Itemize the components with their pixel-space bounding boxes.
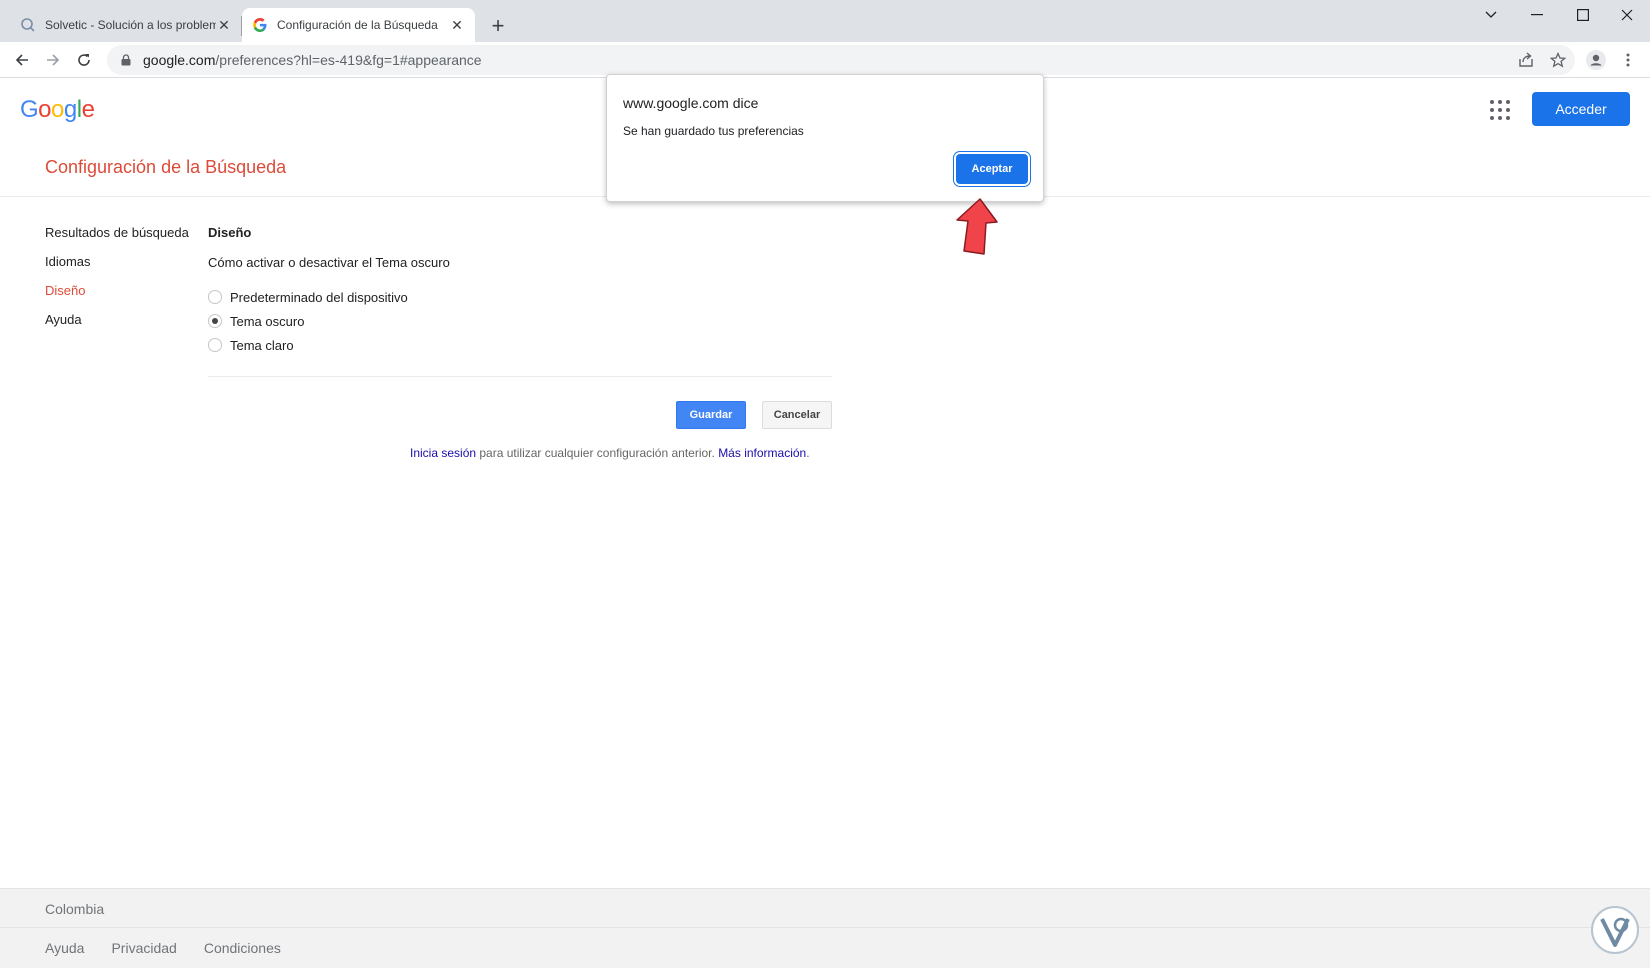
tab-google-preferences[interactable]: Configuración de la Búsqueda ✕ <box>242 8 475 42</box>
save-button[interactable]: Guardar <box>676 401 746 429</box>
back-arrow-icon[interactable] <box>10 48 34 72</box>
pointer-arrow-icon <box>956 198 998 255</box>
url-text: google.com/preferences?hl=es-419&fg=1#ap… <box>143 52 482 68</box>
signin-link[interactable]: Inicia sesión <box>410 446 476 460</box>
alert-dialog: www.google.com dice Se han guardado tus … <box>606 74 1044 202</box>
logo-letter: o <box>51 96 64 123</box>
signin-note: Inicia sesión para utilizar cualquier co… <box>410 446 810 460</box>
tab-solvetic[interactable]: Solvetic - Solución a los problemas ✕ <box>10 8 242 42</box>
settings-sidenav: Resultados de búsqueda Idiomas Diseño Ay… <box>45 224 189 340</box>
cancel-button[interactable]: Cancelar <box>762 401 832 429</box>
dialog-accept-button[interactable]: Aceptar <box>956 154 1028 184</box>
radio-button[interactable] <box>208 338 222 352</box>
tab-search-chevron-icon[interactable] <box>1468 0 1514 30</box>
sidenav-item-idiomas[interactable]: Idiomas <box>45 253 189 282</box>
solvetic-favicon-icon <box>20 17 36 33</box>
lock-icon[interactable] <box>119 53 133 67</box>
option-label: Tema claro <box>230 337 294 353</box>
page-title: Configuración de la Búsqueda <box>45 157 287 177</box>
tab-title: Solvetic - Solución a los problemas <box>45 18 216 32</box>
dialog-message: Se han guardado tus preferencias <box>623 124 804 138</box>
radio-button[interactable] <box>208 290 222 304</box>
reload-icon[interactable] <box>72 48 96 72</box>
option-label: Predeterminado del dispositivo <box>230 289 408 305</box>
footer-links: Ayuda Privacidad Condiciones <box>45 940 281 956</box>
logo-letter: g <box>63 96 77 123</box>
google-favicon-icon <box>252 17 268 33</box>
more-info-link[interactable]: Más información <box>718 446 806 460</box>
section-title: Diseño <box>208 225 252 240</box>
footer-country: Colombia <box>45 901 105 917</box>
browser-titlebar: Solvetic - Solución a los problemas ✕ Co… <box>0 0 1650 42</box>
sidenav-item-diseno[interactable]: Diseño <box>45 282 189 311</box>
browser-toolbar: google.com/preferences?hl=es-419&fg=1#ap… <box>0 42 1650 78</box>
minimize-icon[interactable] <box>1514 0 1560 30</box>
divider <box>208 376 832 377</box>
google-apps-grid-icon[interactable] <box>1488 98 1512 122</box>
google-logo[interactable]: Google <box>20 96 95 124</box>
new-tab-plus-icon[interactable]: + <box>486 13 510 38</box>
forward-arrow-icon[interactable] <box>41 48 65 72</box>
bookmark-star-icon[interactable] <box>1546 45 1570 75</box>
close-icon[interactable]: ✕ <box>216 17 232 33</box>
logo-letter: e <box>81 96 95 123</box>
signin-button[interactable]: Acceder <box>1532 92 1630 126</box>
window-close-icon[interactable] <box>1604 0 1650 30</box>
maximize-icon[interactable] <box>1560 0 1606 30</box>
dialog-title: www.google.com dice <box>623 95 759 111</box>
close-icon[interactable]: ✕ <box>449 17 465 33</box>
logo-letter: o <box>38 96 52 123</box>
profile-avatar-icon[interactable] <box>1584 45 1608 75</box>
footer-link-terms[interactable]: Condiciones <box>204 940 281 956</box>
footer-country-bar: Colombia <box>0 888 1650 928</box>
address-bar[interactable]: google.com/preferences?hl=es-419&fg=1#ap… <box>107 45 1575 75</box>
footer-link-help[interactable]: Ayuda <box>45 940 84 956</box>
option-dark-theme[interactable]: Tema oscuro <box>208 309 832 333</box>
share-icon[interactable] <box>1514 45 1538 75</box>
note-end: . <box>806 446 810 460</box>
option-label: Tema oscuro <box>230 313 305 329</box>
option-light-theme[interactable]: Tema claro <box>208 333 832 357</box>
radio-button-selected[interactable] <box>208 314 222 328</box>
logo-letter: G <box>20 96 39 123</box>
footer-link-privacy[interactable]: Privacidad <box>111 940 176 956</box>
footer-links-bar: Ayuda Privacidad Condiciones <box>0 928 1650 968</box>
section-subtitle: Cómo activar o desactivar el Tema oscuro <box>208 255 450 270</box>
note-text: para utilizar cualquier configuración an… <box>476 446 719 460</box>
menu-kebab-icon[interactable] <box>1616 45 1640 75</box>
tab-title: Configuración de la Búsqueda <box>277 18 438 32</box>
sidenav-item-resultados[interactable]: Resultados de búsqueda <box>45 224 189 253</box>
sidenav-item-ayuda[interactable]: Ayuda <box>45 311 189 340</box>
appearance-section: Diseño Cómo activar o desactivar el Tema… <box>208 224 832 357</box>
watermark-logo-icon <box>1591 906 1639 954</box>
option-device-default[interactable]: Predeterminado del dispositivo <box>208 285 832 309</box>
